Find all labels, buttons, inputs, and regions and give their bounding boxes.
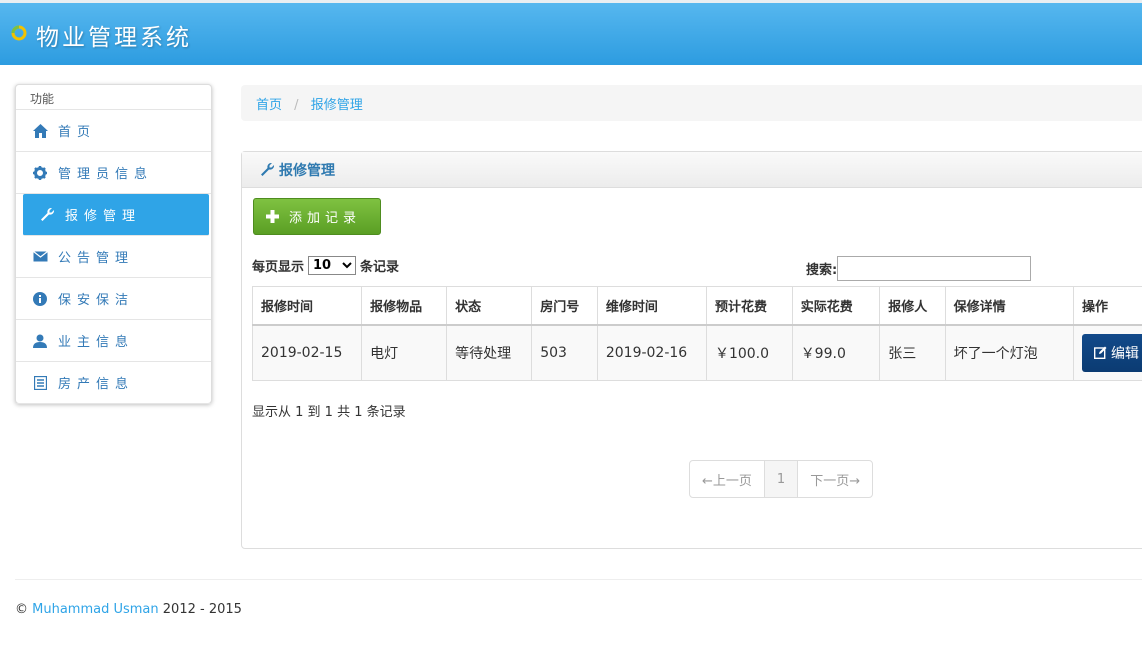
edit-label: 编辑 (1110, 345, 1139, 362)
home-icon (32, 123, 48, 139)
column-header[interactable]: 报修物品 (361, 286, 448, 326)
page-length-control: 每页显示 10 条记录 (252, 256, 399, 275)
column-header[interactable]: 预计花费 (705, 286, 793, 326)
page-length-select[interactable]: 10 (308, 256, 357, 275)
cell-item: 电灯 (361, 324, 448, 381)
sidebar-item-label: 报修管理 (65, 209, 142, 224)
table-info: 显示从 1 到 1 共 1 条记录 (252, 405, 406, 420)
sidebar-item-security[interactable]: 保安保洁 (16, 278, 211, 320)
author-link[interactable]: Muhammad Usman (32, 602, 159, 617)
add-record-button[interactable]: 添加记录 (253, 198, 381, 235)
breadcrumb: 首页 / 报修管理 (241, 85, 1142, 121)
column-header[interactable]: 房门号 (531, 286, 598, 326)
sidebar-heading: 功能 (16, 85, 211, 110)
column-header[interactable]: 操作 (1072, 286, 1142, 326)
column-header[interactable]: 状态 (446, 286, 533, 326)
table-header-row: 报修时间 报修物品 状态 房门号 维修时间 预计花费 实际花费 报修人 保修详情… (251, 286, 1142, 326)
cell-detail: 坏了一个灯泡 (944, 324, 1074, 381)
list-icon (32, 375, 48, 391)
sidebar-item-label: 保安保洁 (58, 293, 135, 308)
repair-panel: 报修管理 添加记录 每页显示 10 条记录 搜索: 报修时间 报修物品 状态 房… (241, 151, 1142, 549)
logo-icon (11, 25, 27, 41)
sidebar-item-repair[interactable]: 报修管理 (23, 194, 209, 236)
wrench-icon (39, 207, 55, 223)
sidebar-item-label: 管理员信息 (58, 167, 154, 182)
plus-icon (266, 210, 279, 223)
add-record-label: 添加记录 (289, 211, 362, 226)
gear-icon (32, 165, 48, 181)
search-label: 搜索: (806, 263, 838, 278)
sidebar-item-admin[interactable]: 管理员信息 (16, 152, 211, 194)
copyright-symbol: © (15, 602, 28, 617)
footer: © Muhammad Usman 2012 - 2015 (15, 602, 242, 617)
envelope-icon (32, 249, 48, 265)
column-header[interactable]: 维修时间 (596, 286, 707, 326)
app-title: 物业管理系统 (36, 25, 192, 51)
breadcrumb-separator: / (294, 98, 299, 113)
edit-icon (1093, 346, 1107, 360)
copyright-years: 2012 - 2015 (162, 602, 242, 617)
column-header[interactable]: 报修人 (879, 286, 946, 326)
length-suffix: 条记录 (360, 260, 400, 275)
breadcrumb-current-link[interactable]: 报修管理 (311, 98, 363, 113)
cell-report-time: 2019-02-15 (251, 324, 363, 381)
repair-table: 报修时间 报修物品 状态 房门号 维修时间 预计花费 实际花费 报修人 保修详情… (251, 286, 1142, 381)
sidebar-item-notice[interactable]: 公告管理 (16, 236, 211, 278)
sidebar-item-home[interactable]: 首页 (16, 110, 211, 152)
pagination: ←上一页 1 下一页→ (689, 460, 874, 498)
wrench-icon (260, 162, 275, 177)
user-icon (32, 333, 48, 349)
length-prefix: 每页显示 (252, 260, 305, 275)
app-header: 物业管理系统 (0, 0, 1142, 65)
sidebar-item-label: 业主信息 (58, 335, 135, 350)
breadcrumb-home-link[interactable]: 首页 (256, 98, 282, 113)
sidebar: 功能 首页 管理员信息 报修管理 公告管理 保安保洁 业主信息 房产信息 (15, 84, 212, 404)
search-control: 搜索: (806, 256, 1032, 281)
info-icon (32, 291, 48, 307)
column-header[interactable]: 报修时间 (251, 286, 363, 326)
page-number-button[interactable]: 1 (763, 461, 799, 497)
sidebar-item-label: 公告管理 (58, 251, 135, 266)
cell-room: 503 (531, 324, 598, 381)
sidebar-item-label: 房产信息 (58, 377, 135, 392)
column-header[interactable]: 实际花费 (791, 286, 881, 326)
sidebar-item-owner[interactable]: 业主信息 (16, 320, 211, 362)
sidebar-item-property[interactable]: 房产信息 (16, 362, 211, 404)
next-page-button[interactable]: 下一页→ (798, 461, 872, 497)
cell-estimated-cost: ￥100.0 (705, 324, 793, 381)
cell-reporter: 张三 (879, 324, 946, 381)
cell-actual-cost: ￥99.0 (791, 324, 881, 381)
prev-page-button[interactable]: ←上一页 (690, 461, 764, 497)
cell-status: 等待处理 (446, 324, 533, 381)
cell-repair-time: 2019-02-16 (596, 324, 707, 381)
edit-button[interactable]: 编辑 (1081, 333, 1142, 372)
footer-divider (15, 579, 1142, 580)
column-header[interactable]: 保修详情 (944, 286, 1074, 326)
panel-header: 报修管理 (242, 152, 1142, 188)
search-input[interactable] (837, 256, 1032, 281)
cell-action: 编辑 (1072, 324, 1142, 381)
sidebar-item-label: 首页 (58, 125, 97, 140)
table-row: 2019-02-15 电灯 等待处理 503 2019-02-16 ￥100.0… (251, 324, 1142, 381)
panel-title: 报修管理 (279, 162, 335, 179)
